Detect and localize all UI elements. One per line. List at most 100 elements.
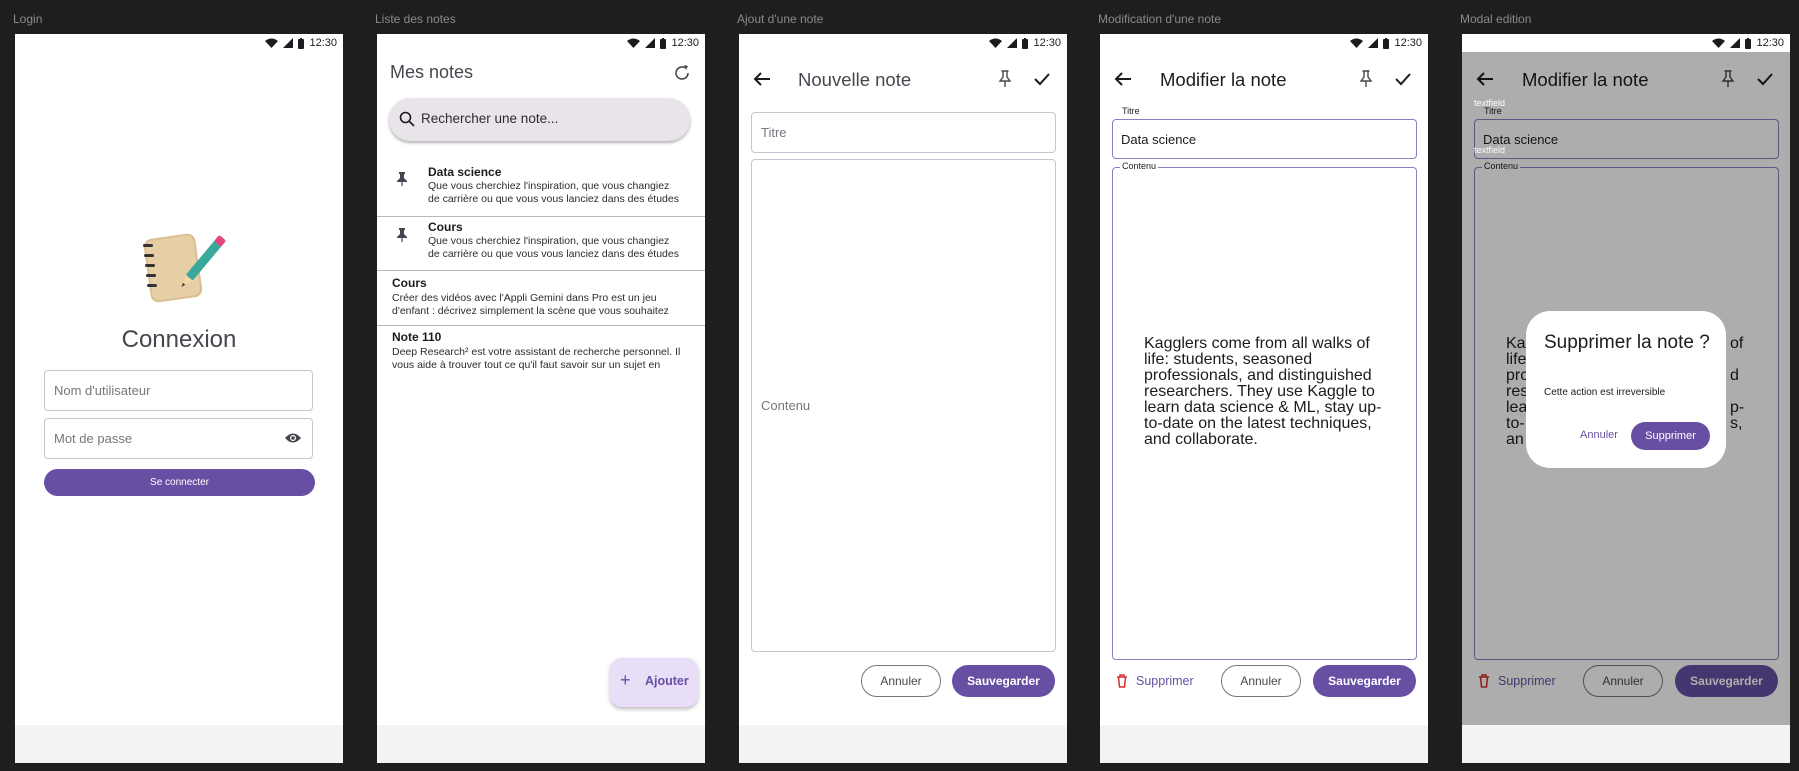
add-note-screen: 12:30 Nouvelle note Titre Contenu Annule… <box>739 34 1067 763</box>
frame-label-modification: Modification d'une note <box>1098 12 1222 26</box>
notes-list-screen: 12:30 Mes notes Rechercher une note... D… <box>377 34 705 763</box>
back-arrow-icon[interactable] <box>1111 67 1135 91</box>
edit-note-screen: 12:30 Modifier la note Data science Titr… <box>1100 34 1428 763</box>
note-title: Cours <box>428 220 463 234</box>
note-title: Data science <box>428 165 502 179</box>
title-field[interactable]: Data science <box>1112 119 1417 159</box>
trash-icon <box>1117 674 1127 688</box>
frame-label-modal: Modal edition <box>1460 12 1532 26</box>
battery-icon <box>298 37 305 49</box>
page-title: Nouvelle note <box>798 69 912 90</box>
signal-icon <box>1730 38 1741 48</box>
notebook-pencil-icon <box>143 233 226 303</box>
refresh-icon[interactable] <box>670 61 694 85</box>
dialog-title: Supprimer la note ? <box>1544 332 1710 353</box>
title-label: Titre <box>1120 106 1142 116</box>
note-preview: Que vous cherchiez l'inspiration, que vo… <box>428 235 679 260</box>
search-icon <box>399 111 415 127</box>
title-value: Data science <box>1121 132 1197 147</box>
dialog-message: Cette action est irreversible <box>1544 387 1666 398</box>
nav-bar-area <box>377 725 705 763</box>
note-title: Cours <box>392 276 427 290</box>
status-bar: 12:30 <box>15 34 343 52</box>
delete-modal-screen: 12:30 Modifier la note Data science Titr… <box>1462 34 1790 763</box>
status-time: 12:30 <box>1394 37 1422 49</box>
nav-bar-area <box>1462 725 1790 763</box>
pin-icon <box>397 228 407 242</box>
page-title: Modifier la note <box>1160 69 1287 90</box>
note-preview: Que vous cherchiez l'inspiration, que vo… <box>428 180 679 205</box>
battery-icon <box>660 37 667 49</box>
wifi-icon <box>989 38 1003 48</box>
note-item[interactable]: Cours Que vous cherchiez l'inspiration, … <box>377 216 705 271</box>
status-bar: 12:30 <box>1462 34 1790 52</box>
component-tag: textfield <box>1474 145 1506 155</box>
title-placeholder: Titre <box>761 125 787 140</box>
note-item[interactable]: Data science Que vous cherchiez l'inspir… <box>377 160 705 217</box>
frame-label-ajout: Ajout d'une note <box>737 12 824 26</box>
content-input[interactable]: Contenu <box>751 159 1056 652</box>
frame-label-login: Login <box>13 12 43 26</box>
content-value: Kagglers come from all walks of life: st… <box>1144 335 1382 448</box>
battery-icon <box>1745 37 1752 49</box>
signal-icon <box>283 38 294 48</box>
save-button[interactable]: Sauvegarder <box>1313 665 1416 697</box>
back-arrow-icon[interactable] <box>750 67 774 91</box>
login-button[interactable]: Se connecter <box>44 469 315 496</box>
note-preview: Deep Research² est votre assistant de re… <box>392 346 681 371</box>
signal-icon <box>1007 38 1018 48</box>
delete-button[interactable]: Supprimer <box>1116 671 1194 691</box>
content-label: Contenu <box>1120 161 1159 171</box>
page-title: Mes notes <box>390 62 474 82</box>
search-placeholder: Rechercher une note... <box>421 111 559 126</box>
wifi-icon <box>627 38 641 48</box>
password-field[interactable]: Mot de passe <box>44 418 313 459</box>
pin-icon[interactable] <box>1354 67 1378 91</box>
dialog-cancel-button[interactable]: Annuler <box>1580 429 1618 441</box>
check-icon[interactable] <box>1030 67 1054 91</box>
status-time: 12:30 <box>1033 37 1061 49</box>
signal-icon <box>645 38 656 48</box>
note-item[interactable]: Note 110 Deep Research² est votre assist… <box>377 326 705 380</box>
username-placeholder: Nom d'utilisateur <box>54 383 151 398</box>
wifi-icon <box>265 38 279 48</box>
signal-icon <box>1368 38 1379 48</box>
wifi-icon <box>1350 38 1364 48</box>
pin-icon <box>397 172 407 186</box>
dialog-confirm-button[interactable]: Supprimer <box>1631 422 1710 450</box>
fab-label: Ajouter <box>645 674 689 688</box>
battery-icon <box>1383 37 1390 49</box>
status-time: 12:30 <box>1756 37 1784 49</box>
save-button[interactable]: Sauvegarder <box>952 665 1055 697</box>
status-time: 12:30 <box>671 37 699 49</box>
cancel-button[interactable]: Annuler <box>861 665 941 697</box>
search-bar[interactable]: Rechercher une note... <box>389 98 690 141</box>
wifi-icon <box>1712 38 1726 48</box>
status-time: 12:30 <box>309 37 337 49</box>
password-placeholder: Mot de passe <box>54 431 133 446</box>
check-icon[interactable] <box>1391 67 1415 91</box>
add-note-fab[interactable]: + Ajouter <box>610 658 698 707</box>
status-bar: 12:30 <box>1100 34 1428 52</box>
nav-bar-area <box>739 725 1067 763</box>
pin-icon[interactable] <box>993 67 1017 91</box>
eye-icon[interactable] <box>284 432 302 444</box>
status-bar: 12:30 <box>377 34 705 52</box>
note-item[interactable]: Cours Créer des vidéos avec l'Appli Gemi… <box>377 271 705 326</box>
nav-bar-area <box>1100 725 1428 763</box>
title-input[interactable]: Titre <box>751 112 1056 153</box>
frame-label-liste: Liste des notes <box>375 12 456 26</box>
content-field[interactable]: Kagglers come from all walks of life: st… <box>1112 167 1417 660</box>
cancel-button[interactable]: Annuler <box>1221 665 1301 697</box>
delete-dialog: Supprimer la note ? Cette action est irr… <box>1526 311 1726 468</box>
content-placeholder: Contenu <box>761 398 811 413</box>
username-field[interactable]: Nom d'utilisateur <box>44 370 313 411</box>
note-title: Note 110 <box>392 330 442 344</box>
nav-bar-area <box>15 725 343 763</box>
component-tag: textfield <box>1474 98 1506 108</box>
delete-label: Supprimer <box>1136 674 1194 688</box>
battery-icon <box>1022 37 1029 49</box>
login-screen: 12:30 Connexion Nom d'utilisateur Mot de… <box>15 34 343 763</box>
page-title: Connexion <box>121 326 237 353</box>
plus-icon: + <box>620 670 631 690</box>
